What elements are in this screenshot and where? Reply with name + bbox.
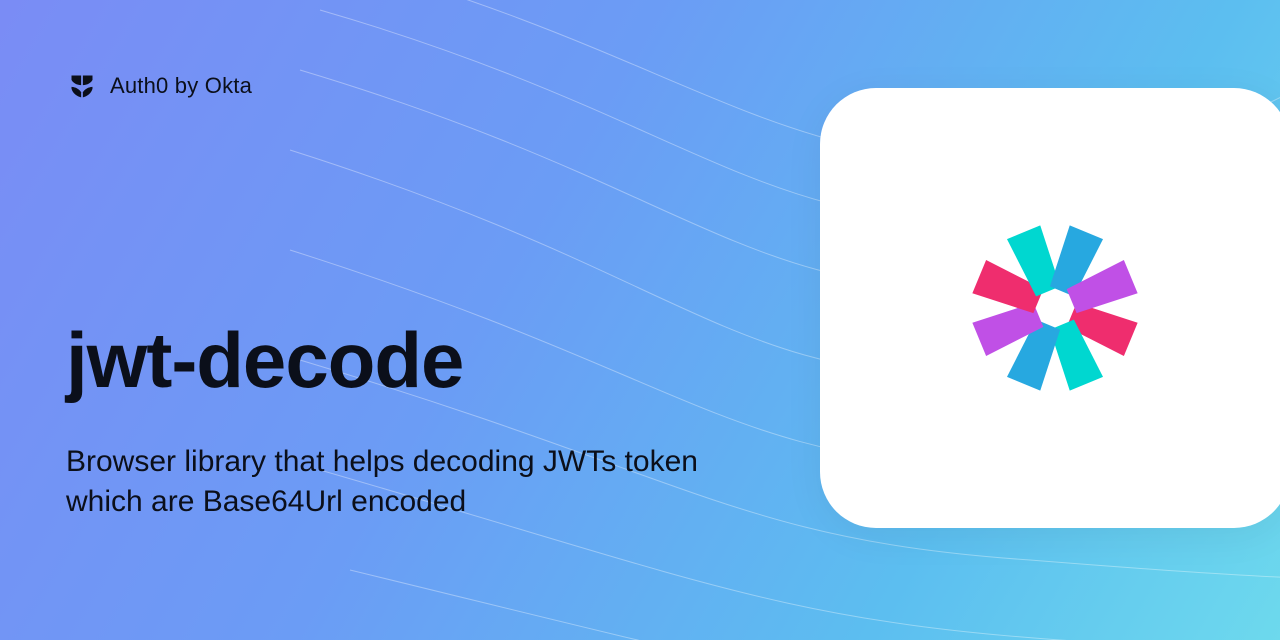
brand-header: Auth0 by Okta	[68, 72, 252, 100]
brand-text: Auth0 by Okta	[110, 73, 252, 99]
banner-canvas: Auth0 by Okta jwt-decode Browser library…	[0, 0, 1280, 640]
auth0-shield-icon	[68, 72, 96, 100]
logo-card	[820, 88, 1280, 528]
jwt-burst-icon	[945, 198, 1165, 418]
page-title: jwt-decode	[66, 320, 746, 402]
page-description: Browser library that helps decoding JWTs…	[66, 442, 746, 523]
main-copy: jwt-decode Browser library that helps de…	[66, 320, 746, 523]
